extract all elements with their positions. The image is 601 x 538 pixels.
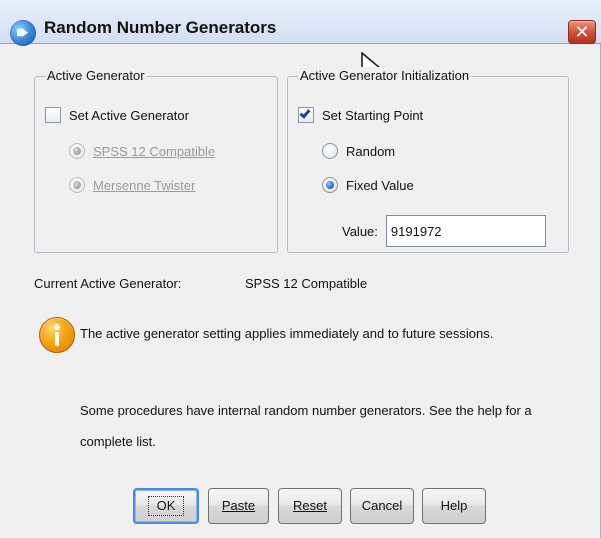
close-icon: ✕: [574, 22, 590, 42]
mersenne-twister-radio-circle: [69, 177, 85, 193]
random-radio[interactable]: Random: [322, 143, 395, 159]
ok-button-label: OK: [147, 496, 185, 516]
close-button[interactable]: ✕: [568, 20, 596, 44]
fixed-value-label: Fixed Value: [346, 177, 414, 193]
ok-button[interactable]: OK: [133, 488, 199, 524]
current-active-generator: Current Active Generator: SPSS 12 Compat…: [34, 276, 367, 291]
random-radio-circle[interactable]: [322, 143, 338, 159]
value-row: Value:: [342, 215, 546, 247]
app-icon: [10, 20, 36, 46]
active-generator-group: Active Generator Set Active Generator SP…: [34, 67, 278, 253]
info-icon: [39, 317, 75, 353]
spss-12-compatible-label: SPSS 12 Compatible: [93, 143, 216, 159]
paste-button-label: Paste: [221, 498, 256, 513]
reset-button[interactable]: Reset: [278, 488, 342, 524]
set-starting-point-checkbox[interactable]: Set Starting Point: [298, 107, 423, 123]
help-button-label: Help: [440, 498, 468, 513]
set-active-generator-label: Set Active Generator: [69, 107, 189, 123]
paste-button[interactable]: Paste: [208, 488, 269, 524]
reset-button-label: Reset: [293, 498, 327, 513]
spss-12-compatible-radio-circle: [69, 143, 85, 159]
cancel-button-label: Cancel: [361, 498, 403, 513]
mersenne-twister-label: Mersenne Twister: [93, 177, 196, 193]
set-active-generator-checkbox[interactable]: Set Active Generator: [45, 107, 189, 123]
cancel-button[interactable]: Cancel: [350, 488, 414, 524]
random-label: Random: [346, 143, 396, 159]
dialog-title: Random Number Generators: [44, 18, 277, 37]
mersenne-twister-radio: Mersenne Twister: [69, 177, 195, 193]
value-input[interactable]: [385, 215, 546, 247]
random-number-generators-dialog: Random Number Generators ✕ Active Genera…: [0, 0, 601, 538]
info-message-procedures: Some procedures have internal random num…: [80, 403, 532, 449]
set-active-generator-checkbox-box[interactable]: [45, 107, 61, 123]
dialog-titlebar: Random Number Generators ✕: [0, 0, 601, 46]
spss-12-compatible-radio: SPSS 12 Compatible: [69, 143, 215, 159]
fixed-value-radio-circle[interactable]: [322, 177, 338, 193]
info-message-immediate: The active generator setting applies imm…: [80, 326, 494, 341]
help-button[interactable]: Help: [422, 488, 486, 524]
generator-initialization-group-label: Active Generator Initialization: [298, 67, 472, 85]
fixed-value-radio[interactable]: Fixed Value: [322, 177, 414, 193]
current-generator-value: SPSS 12 Compatible: [245, 276, 368, 291]
set-starting-point-checkbox-box[interactable]: [298, 107, 314, 123]
set-starting-point-label: Set Starting Point: [322, 107, 424, 123]
value-label: Value:: [342, 223, 378, 239]
active-generator-group-label: Active Generator: [45, 67, 147, 85]
current-generator-label: Current Active Generator:: [34, 276, 182, 291]
